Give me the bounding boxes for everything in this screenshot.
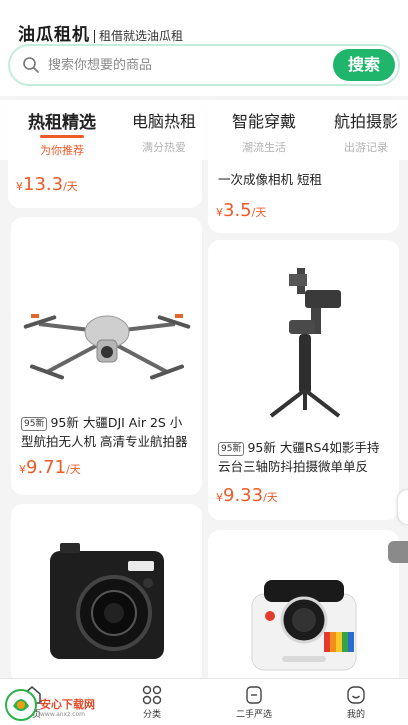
product-image: [11, 257, 202, 397]
tab-title: 航拍摄影: [333, 112, 398, 131]
brand-slogan: 租借就选油瓜租: [94, 30, 183, 43]
profile-icon: [347, 686, 365, 704]
product-card[interactable]: [208, 530, 399, 690]
nav-label: 分类: [142, 710, 161, 720]
drone-icon: [23, 314, 190, 380]
product-price: ¥9.33/天: [216, 485, 278, 506]
search-icon: [23, 57, 39, 73]
scroll-side-handle[interactable]: [398, 490, 408, 524]
tab-subtitle: 出游记录: [344, 141, 388, 154]
product-title: 95新95新 大疆DJI Air 2S 小型航拍无人机 高清专业航拍器 …: [21, 415, 188, 449]
tab-computers[interactable]: 电脑热租 满分热爱: [128, 108, 200, 155]
condition-badge: 95新: [218, 442, 245, 456]
tab-title: 热租精选: [28, 113, 96, 133]
product-price: ¥3.5/天: [216, 200, 267, 221]
nav-profile[interactable]: 我的: [328, 685, 384, 720]
watermark-text: 安心下载网: [40, 698, 95, 711]
watermark-logo-icon: [5, 689, 37, 721]
tab-aerial-photo[interactable]: 航拍摄影 出游记录: [330, 108, 402, 155]
brand: 油瓜租机 租借就选油瓜租: [18, 20, 183, 45]
app-header: 油瓜租机 租借就选油瓜租 搜索: [0, 0, 408, 96]
product-image: [208, 566, 399, 676]
category-tabs: 热租精选 为你推荐 电脑热租 满分热爱 智能穿戴 潮流生活 航拍摄影 出游记录: [0, 100, 408, 160]
tab-title: 智能穿戴: [231, 112, 296, 131]
nav-label: 二手严选: [235, 710, 272, 720]
nav-label: 我的: [346, 710, 365, 720]
active-tab-indicator: [40, 135, 84, 138]
search-bar[interactable]: 搜索: [8, 44, 400, 86]
condition-badge: 95新: [21, 417, 48, 431]
tab-subtitle: 潮流生活: [242, 141, 286, 154]
product-price: ¥13.3/天: [16, 174, 78, 195]
watermark: 安心下载网 www.anxz.com: [0, 680, 120, 725]
product-image: [11, 530, 202, 670]
product-title: 95新95新 大疆RS4如影手持云台三轴防抖拍摄微单单反稳…: [218, 440, 380, 474]
product-card[interactable]: 95新95新 大疆DJI Air 2S 小型航拍无人机 高清专业航拍器 … ¥9…: [11, 217, 202, 495]
tab-subtitle: 满分热爱: [142, 141, 186, 154]
secondhand-icon: [246, 686, 262, 704]
product-price: ¥9.71/天: [19, 457, 81, 478]
category-icon: [142, 685, 162, 705]
tab-title: 电脑热租: [131, 112, 196, 131]
search-input[interactable]: [48, 55, 328, 75]
gimbal-icon: [269, 268, 341, 418]
tab-hot-picks[interactable]: 热租精选 为你推荐: [26, 108, 98, 158]
tab-wearables[interactable]: 智能穿戴 潮流生活: [228, 108, 300, 155]
product-image: [208, 260, 399, 420]
instant-camera-icon: [251, 580, 356, 671]
brand-name: 油瓜租机: [18, 25, 90, 45]
nav-secondhand[interactable]: 二手严选: [226, 685, 282, 720]
product-card[interactable]: 95新95新 大疆RS4如影手持云台三轴防抖拍摄微单单反稳… ¥9.33/天: [208, 240, 399, 520]
nav-category[interactable]: 分类: [124, 685, 180, 720]
product-title: 一次成像相机 短租: [218, 172, 322, 187]
product-card[interactable]: [11, 504, 202, 684]
side-floating-tab[interactable]: [388, 541, 408, 563]
instant-camera-icon: [49, 543, 164, 659]
search-button[interactable]: 搜索: [333, 49, 395, 81]
tab-subtitle: 为你推荐: [40, 144, 84, 157]
watermark-url: www.anxz.com: [40, 711, 85, 718]
